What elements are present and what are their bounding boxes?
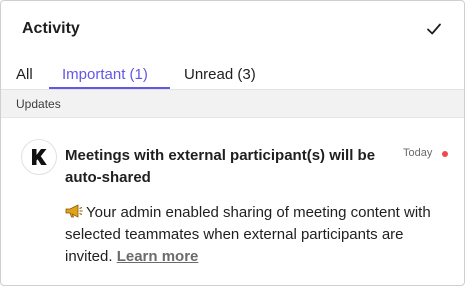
panel-title: Activity	[22, 20, 80, 37]
checkmark-icon[interactable]	[424, 19, 444, 39]
notification-title: Meetings with external participant(s) wi…	[65, 147, 376, 186]
k-logo-icon	[32, 149, 47, 165]
panel-header: Activity	[1, 1, 464, 59]
tab-bar: All Important (1) Unread (3)	[1, 59, 464, 89]
avatar	[21, 139, 57, 175]
notification-body: Your admin enabled sharing of meeting co…	[65, 202, 450, 268]
notification-item[interactable]: Meetings with external participant(s) wi…	[1, 118, 464, 285]
tab-important[interactable]: Important (1)	[62, 66, 148, 83]
unread-indicator	[442, 151, 448, 157]
megaphone-icon	[65, 203, 83, 218]
tab-all[interactable]: All	[16, 66, 33, 83]
section-label: Updates	[16, 97, 61, 111]
learn-more-link[interactable]: Learn more	[117, 248, 199, 265]
section-header: Updates	[1, 90, 464, 118]
tab-unread[interactable]: Unread (3)	[184, 66, 256, 83]
activity-panel: Activity All Important (1) Unread (3) Up…	[0, 0, 465, 286]
notification-timestamp: Today	[403, 147, 433, 159]
